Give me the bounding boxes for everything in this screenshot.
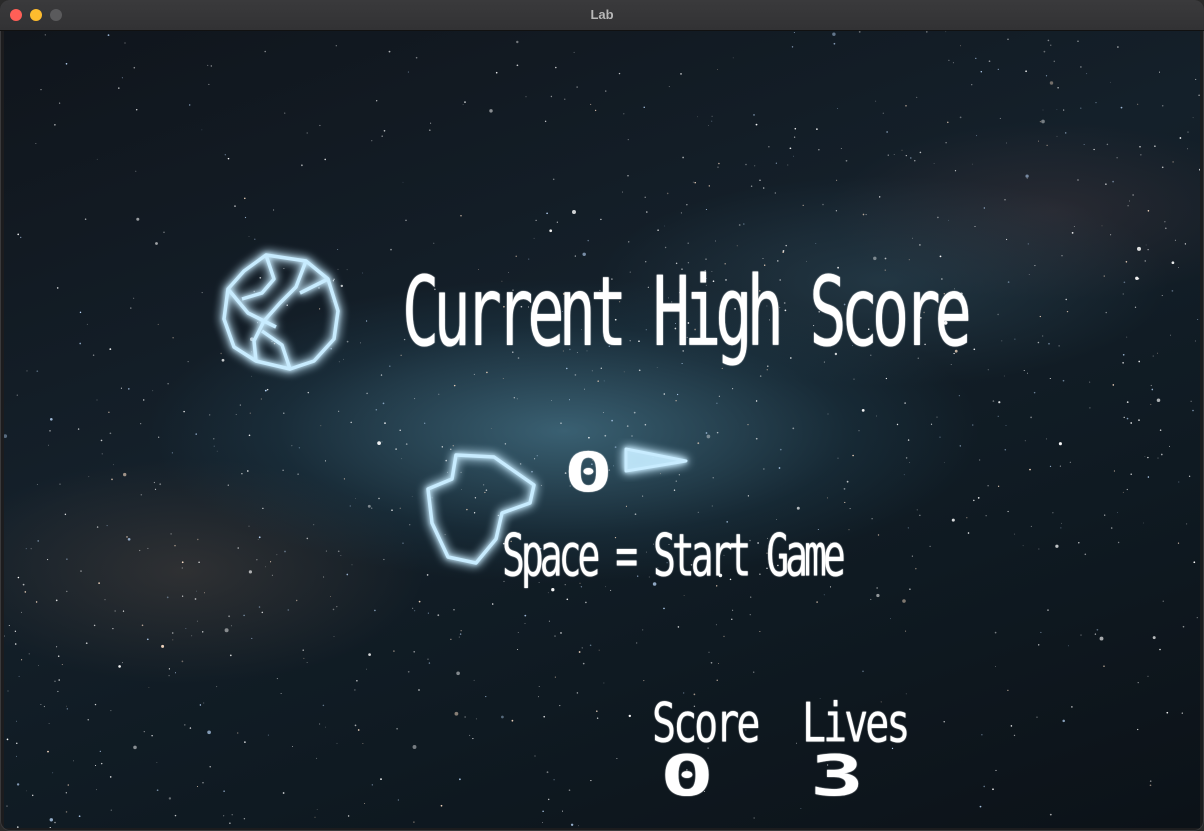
start-game-hint: Space = Start Game <box>502 521 846 590</box>
score-value: 0 <box>660 744 714 809</box>
lives-value: 3 <box>810 744 864 809</box>
title-bar: Lab <box>0 0 1204 31</box>
high-score-value: 0 <box>564 441 613 504</box>
game-window: Lab Current High Score 0 Space = Start G… <box>0 0 1204 831</box>
game-canvas[interactable]: Current High Score 0 Space = Start Game … <box>4 31 1200 828</box>
game-sprites <box>222 253 688 565</box>
high-score-title: Current High Score <box>402 255 972 369</box>
asteroid-icon <box>222 253 340 371</box>
window-title: Lab <box>590 7 614 22</box>
ship-icon <box>624 447 688 473</box>
